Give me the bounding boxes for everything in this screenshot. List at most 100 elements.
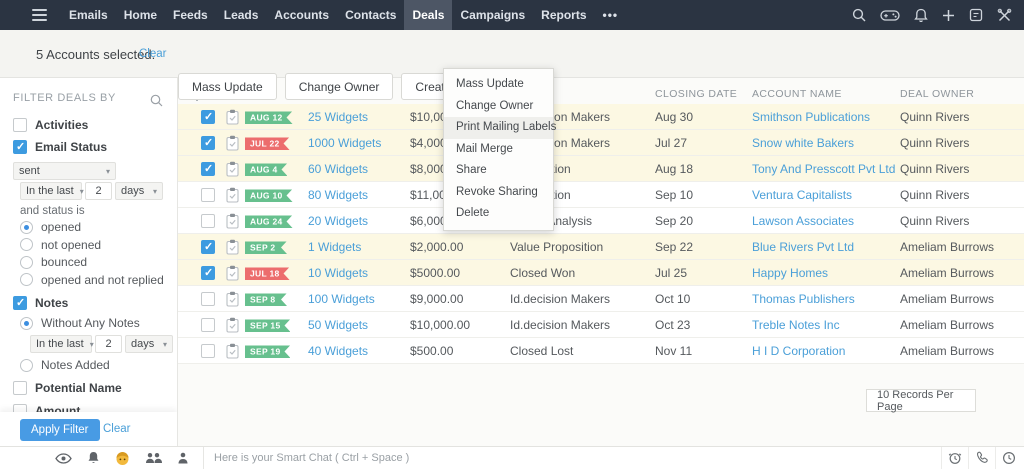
- nav-item-campaigns[interactable]: Campaigns: [452, 0, 533, 30]
- gamepad-icon[interactable]: [880, 9, 900, 22]
- menu-item-share[interactable]: Share: [444, 160, 553, 182]
- checkbox-checked[interactable]: [13, 296, 27, 310]
- account-name-link[interactable]: Thomas Publishers: [752, 292, 855, 306]
- radio-notes-added[interactable]: Notes Added: [20, 358, 110, 372]
- phone-icon[interactable]: [968, 447, 995, 469]
- account-name-link[interactable]: Blue Rivers Pvt Ltd: [752, 240, 854, 254]
- filter-search-icon[interactable]: [150, 94, 163, 112]
- clear-selection-link[interactable]: Clear: [139, 48, 166, 60]
- row-checkbox[interactable]: [201, 292, 215, 306]
- nav-item-contacts[interactable]: Contacts: [337, 0, 404, 30]
- bell-icon[interactable]: [914, 8, 928, 23]
- menu-item-delete[interactable]: Delete: [444, 203, 553, 225]
- row-checkbox[interactable]: [201, 344, 215, 358]
- nav-item-deals[interactable]: Deals: [404, 0, 452, 30]
- period-value-input[interactable]: [85, 182, 112, 200]
- smart-chat-input[interactable]: [204, 452, 941, 464]
- nav-item-feeds[interactable]: Feeds: [165, 0, 216, 30]
- deal-name-link[interactable]: 20 Widgets: [308, 214, 368, 228]
- account-name-link[interactable]: Happy Homes: [752, 266, 828, 280]
- emoji-avatar-icon[interactable]: [115, 451, 130, 466]
- email-status-select[interactable]: sent ▾: [13, 162, 116, 180]
- checkbox-unchecked[interactable]: [13, 118, 27, 132]
- radio-without-any-notes[interactable]: Without Any Notes: [20, 316, 140, 330]
- row-checkbox[interactable]: [201, 136, 215, 150]
- deal-name-link[interactable]: 25 Widgets: [308, 110, 368, 124]
- nav-item-leads[interactable]: Leads: [216, 0, 267, 30]
- notes-period-type-select[interactable]: In the last▾: [30, 335, 92, 353]
- notes-period-unit-select[interactable]: days▾: [125, 335, 173, 353]
- menu-item-mail-merge[interactable]: Mail Merge: [444, 139, 553, 161]
- records-per-page-select[interactable]: 10 Records Per Page: [866, 389, 976, 412]
- deal-name-link[interactable]: 50 Widgets: [308, 318, 368, 332]
- table-row[interactable]: SEP 8 100 Widgets $9,000.00 Id.decision …: [178, 286, 1024, 312]
- radio-bounced[interactable]: bounced: [20, 255, 164, 269]
- account-name-link[interactable]: Tony And Presscott Pvt Ltd: [752, 162, 895, 176]
- deal-name-link[interactable]: 100 Widgets: [308, 292, 375, 306]
- clock-icon[interactable]: [995, 447, 1022, 469]
- period-unit-select[interactable]: days▾: [115, 182, 163, 200]
- table-row[interactable]: SEP 15 50 Widgets $10,000.00 Id.decision…: [178, 312, 1024, 338]
- radio-selected[interactable]: [20, 221, 33, 234]
- filter-checkbox-email-status[interactable]: Email Status: [13, 140, 107, 154]
- checkbox-checked[interactable]: [13, 140, 27, 154]
- column-header-closing-date[interactable]: CLOSING DATE: [655, 88, 737, 100]
- radio-unselected[interactable]: [20, 256, 33, 269]
- setup-tools-icon[interactable]: [997, 8, 1012, 23]
- nav-item-reports[interactable]: Reports: [533, 0, 594, 30]
- account-name-link[interactable]: Lawson Associates: [752, 214, 854, 228]
- radio-unselected[interactable]: [20, 238, 33, 251]
- radio-unselected[interactable]: [20, 273, 33, 286]
- account-name-link[interactable]: Smithson Publications: [752, 110, 870, 124]
- table-row[interactable]: AUG 10 80 Widgets $11,000.00 Negotiation…: [178, 182, 1024, 208]
- deal-name-link[interactable]: 40 Widgets: [308, 344, 368, 358]
- change-owner-button[interactable]: Change Owner: [285, 73, 394, 100]
- menu-item-print-mailing-labels[interactable]: Print Mailing Labels: [444, 117, 553, 139]
- mass-update-button[interactable]: Mass Update: [178, 73, 277, 100]
- group-icon[interactable]: [145, 452, 162, 464]
- table-row[interactable]: AUG 12 25 Widgets $10,000.00 Id.decision…: [178, 104, 1024, 130]
- column-header-deal-owner[interactable]: DEAL OWNER: [900, 88, 974, 100]
- row-checkbox[interactable]: [201, 188, 215, 202]
- table-row[interactable]: SEP 19 40 Widgets $500.00 Closed Lost No…: [178, 338, 1024, 364]
- filter-clear-link[interactable]: Clear: [103, 423, 130, 435]
- deal-name-link[interactable]: 10 Widgets: [308, 266, 368, 280]
- account-name-link[interactable]: H I D Corporation: [752, 344, 845, 358]
- nav-more-item[interactable]: •••: [595, 0, 627, 30]
- table-row[interactable]: SEP 2 1 Widgets $2,000.00 Value Proposit…: [178, 234, 1024, 260]
- alarm-clock-icon[interactable]: [941, 447, 968, 469]
- search-icon[interactable]: [852, 8, 866, 22]
- table-row[interactable]: AUG 24 20 Widgets $6,000.00 Needs Analys…: [178, 208, 1024, 234]
- period-type-select[interactable]: In the last▾: [20, 182, 82, 200]
- row-checkbox[interactable]: [201, 162, 215, 176]
- checkbox-unchecked[interactable]: [13, 381, 27, 395]
- menu-item-revoke-sharing[interactable]: Revoke Sharing: [444, 182, 553, 204]
- table-row[interactable]: JUL 22 1000 Widgets $4,000.00 Id.decisio…: [178, 130, 1024, 156]
- filter-checkbox-notes[interactable]: Notes: [13, 296, 68, 310]
- person-icon[interactable]: [177, 452, 189, 464]
- radio-not-opened[interactable]: not opened: [20, 238, 164, 252]
- deal-name-link[interactable]: 80 Widgets: [308, 188, 368, 202]
- nav-item-emails[interactable]: Emails: [61, 0, 116, 30]
- deal-name-link[interactable]: 60 Widgets: [308, 162, 368, 176]
- column-header-account-name[interactable]: ACCOUNT NAME: [752, 88, 842, 100]
- row-checkbox[interactable]: [201, 240, 215, 254]
- filter-checkbox-potential-name[interactable]: Potential Name: [13, 381, 122, 395]
- account-name-link[interactable]: Snow white Bakers: [752, 136, 854, 150]
- bell-icon[interactable]: [87, 451, 100, 465]
- notes-period-value-input[interactable]: [95, 335, 122, 353]
- plus-icon[interactable]: [942, 9, 955, 22]
- radio-opened[interactable]: opened: [20, 220, 164, 234]
- eye-icon[interactable]: [55, 453, 72, 464]
- menu-item-change-owner[interactable]: Change Owner: [444, 96, 553, 118]
- deal-name-link[interactable]: 1000 Widgets: [308, 136, 381, 150]
- hamburger-menu-icon[interactable]: [32, 9, 47, 21]
- nav-item-accounts[interactable]: Accounts: [266, 0, 337, 30]
- account-name-link[interactable]: Ventura Capitalists: [752, 188, 852, 202]
- menu-item-mass-update[interactable]: Mass Update: [444, 74, 553, 96]
- apply-filter-button[interactable]: Apply Filter: [20, 419, 100, 441]
- row-checkbox[interactable]: [201, 110, 215, 124]
- filter-checkbox-activities[interactable]: Activities: [13, 118, 88, 132]
- table-row[interactable]: AUG 4 60 Widgets $8,000.00 Negotiation A…: [178, 156, 1024, 182]
- row-checkbox[interactable]: [201, 214, 215, 228]
